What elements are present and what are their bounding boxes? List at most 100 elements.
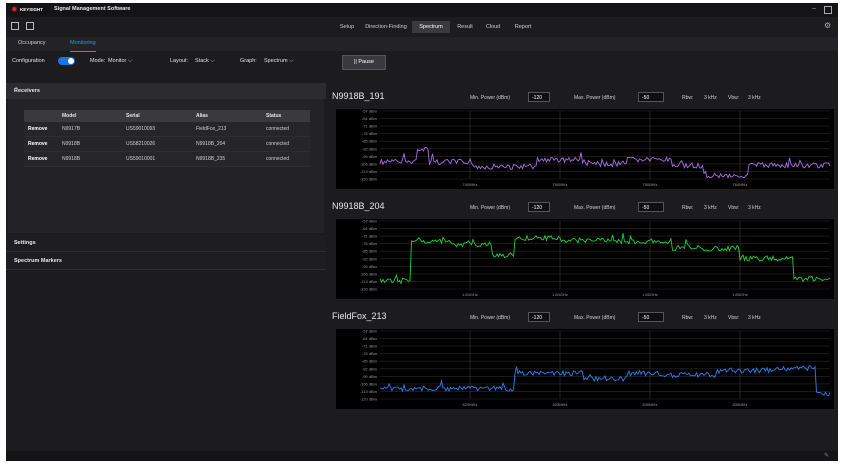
mode-select[interactable]: Monitor ⌵ — [108, 58, 132, 65]
max-power-input[interactable]: -50 — [638, 312, 664, 322]
y-tick-label: -92 dBm — [362, 366, 378, 371]
rbw-value: 3 kHz — [704, 315, 717, 321]
y-tick-label: -120 dBm — [360, 177, 378, 182]
tab-monitoring[interactable]: Monitoring — [70, 37, 96, 52]
y-tick-label: -106 dBm — [360, 271, 378, 276]
title-bar: ✸ KEYSIGHT Signal Management Software – — [6, 3, 838, 17]
x-tick-label: 820MHz — [463, 402, 478, 407]
min-power-input[interactable]: -120 — [528, 92, 550, 102]
settings-section-header[interactable]: Settings ⌄ — [6, 235, 326, 252]
configuration-toggle[interactable] — [58, 57, 75, 65]
x-tick-label: 760MHz — [733, 182, 748, 187]
plot-title: FieldFox_213 — [332, 311, 387, 321]
remove-button[interactable]: Remove — [24, 136, 58, 152]
plot-title: N9918B_191 — [332, 91, 385, 101]
y-tick-label: -92 dBm — [362, 146, 378, 151]
y-tick-label: -92 dBm — [362, 256, 378, 261]
spectrum-plot-n9918b-191[interactable]: -57 dBm -64 dBm -71 dBm -78 dBm -85 dBm -92 d… — [336, 109, 834, 189]
y-tick-label: -64 dBm — [362, 116, 378, 121]
y-tick-label: -71 dBm — [362, 234, 378, 239]
table-row: Remove N9918B US59010001 N9918B_235 conn… — [24, 151, 310, 167]
spectrum-trace — [379, 146, 831, 179]
column-header: Model — [58, 110, 122, 122]
copy-icon[interactable] — [26, 22, 34, 30]
y-tick-label: -78 dBm — [362, 131, 378, 136]
home-icon[interactable] — [11, 22, 19, 30]
tab-spectrum[interactable]: Spectrum — [412, 21, 450, 33]
keysight-logo-icon: ✸ — [11, 5, 18, 14]
alias-cell: FieldFox_213 — [192, 122, 262, 137]
settings-icon[interactable]: ⚙ — [824, 21, 831, 30]
app-title: Signal Management Software — [54, 6, 131, 12]
column-header — [24, 110, 58, 122]
y-tick-label: -57 dBm — [362, 219, 378, 224]
y-tick-label: -71 dBm — [362, 124, 378, 129]
max-power-label: Max. Power (dBm) — [574, 95, 616, 101]
plot-header: N9918B_191 Min. Power (dBm) -120 Max. Po… — [332, 89, 838, 109]
spectrum-trace — [379, 233, 831, 285]
y-tick-label: -64 dBm — [362, 336, 378, 341]
model-cell: N9918B — [58, 136, 122, 152]
y-tick-label: -120 dBm — [360, 397, 378, 402]
y-tick-label: -106 dBm — [360, 161, 378, 166]
status-cell: connected — [262, 151, 310, 167]
chevron-down-icon[interactable]: ⌄ — [14, 257, 321, 263]
spectrum-plot-fieldfox-213[interactable]: -57 dBm -64 dBm -71 dBm -78 dBm -85 dBm -92 d… — [336, 329, 834, 409]
y-tick-label: -85 dBm — [362, 139, 378, 144]
spectrum-markers-section-header[interactable]: Spectrum Markers ⌄ — [6, 253, 326, 270]
max-power-input[interactable]: -50 — [638, 202, 664, 212]
max-power-label: Max. Power (dBm) — [574, 315, 616, 321]
layout-label: Layout: — [170, 58, 189, 64]
min-power-input[interactable]: -120 — [528, 312, 550, 322]
layout-select[interactable]: Stack ⌵ — [195, 58, 215, 65]
remove-button[interactable]: Remove — [24, 151, 58, 167]
minimize-icon[interactable]: – — [812, 5, 816, 12]
y-tick-label: -113 dBm — [360, 389, 378, 394]
chevron-down-icon: ⌵ — [127, 58, 133, 64]
pause-button[interactable]: || Pause — [342, 55, 386, 70]
serial-cell: US59010093 — [122, 122, 192, 137]
max-power-input[interactable]: -50 — [638, 92, 664, 102]
graph-select[interactable]: Spectrum ⌵ — [264, 58, 294, 65]
x-tick-label: 1.84GHz — [552, 292, 568, 297]
brand-logo-text: KEYSIGHT — [20, 7, 44, 12]
remove-button[interactable]: Remove — [24, 122, 58, 137]
model-cell: N9918B — [58, 151, 122, 167]
status-bar: ✎ — [6, 451, 838, 461]
restore-window-icon[interactable] — [824, 6, 832, 14]
sub-tab-bar: Occupancy Monitoring — [6, 37, 838, 52]
chevron-down-icon[interactable]: ⌄ — [14, 239, 321, 245]
tab-occupancy[interactable]: Occupancy — [18, 37, 46, 51]
receivers-table-container: Model Serial Alias Status Remove N9917B … — [8, 99, 324, 233]
status-cell: connected — [262, 122, 310, 137]
receivers-section-header[interactable]: Receivers ⌃ — [6, 83, 326, 99]
chevron-up-icon[interactable]: ⌃ — [14, 87, 321, 93]
status-cell: connected — [262, 136, 310, 152]
graph-label: Graph: — [240, 58, 257, 64]
app-window: ✸ KEYSIGHT Signal Management Software – … — [6, 3, 838, 461]
edit-icon[interactable]: ✎ — [824, 452, 829, 459]
min-power-label: Min. Power (dBm) — [470, 315, 511, 321]
y-tick-label: -113 dBm — [360, 169, 378, 174]
vbw-value: 3 kHz — [748, 205, 761, 211]
min-power-input[interactable]: -120 — [528, 202, 550, 212]
layout-value: Stack — [195, 58, 209, 64]
plot-title: N9918B_204 — [332, 201, 385, 211]
configuration-label: Configuration — [12, 58, 45, 64]
chevron-down-icon: ⌵ — [289, 58, 294, 64]
y-tick-label: -64 dBm — [362, 226, 378, 231]
vbw-label: Vbw: — [728, 315, 740, 321]
y-tick-label: -99 dBm — [362, 374, 378, 379]
x-tick-label: 835MHz — [733, 402, 748, 407]
table-header-row: Model Serial Alias Status — [24, 110, 310, 122]
x-tick-label: 750MHz — [553, 182, 568, 187]
tab-result[interactable]: Result — [454, 21, 476, 33]
y-tick-label: -57 dBm — [362, 109, 378, 114]
rbw-label: Rbw: — [682, 95, 694, 101]
tab-cloud[interactable]: Cloud — [482, 21, 504, 33]
spectrum-plot-n9918b-204[interactable]: -57 dBm -64 dBm -71 dBm -78 dBm -85 dBm -92 d… — [336, 219, 834, 299]
tab-setup[interactable]: Setup — [336, 21, 358, 33]
tab-report[interactable]: Report — [510, 21, 536, 33]
tab-direction-finding[interactable]: Direction-Finding — [364, 21, 408, 33]
min-power-label: Min. Power (dBm) — [470, 95, 511, 101]
